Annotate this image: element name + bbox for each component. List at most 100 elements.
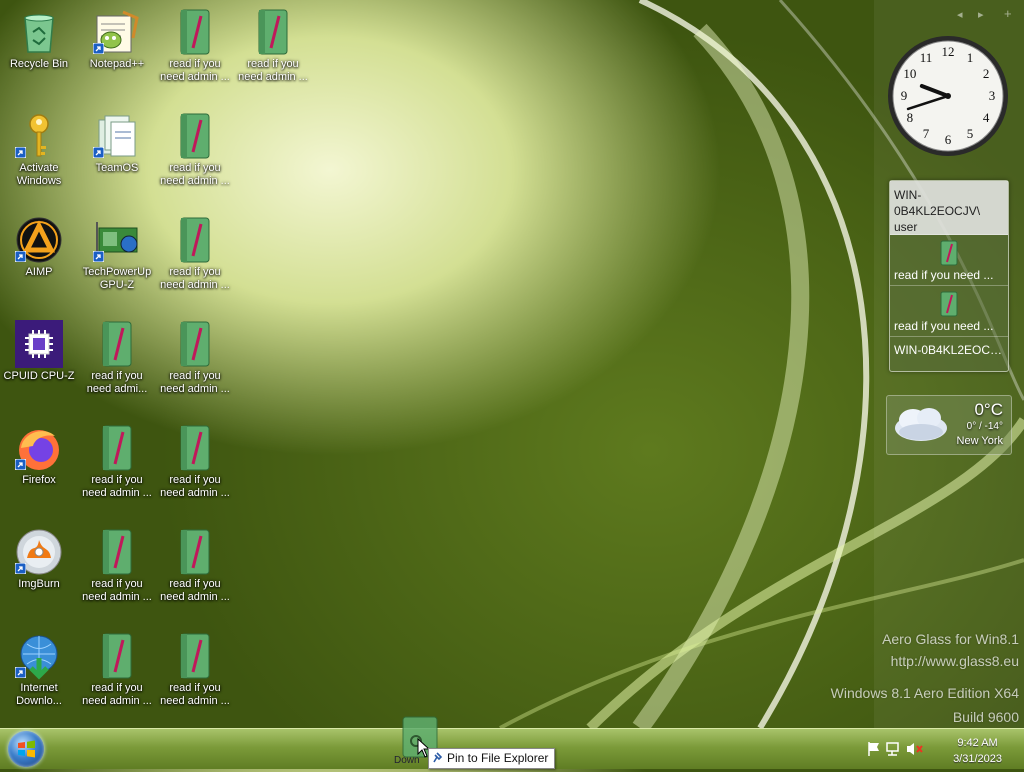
desktop-icon[interactable]: read if you need admin ...: [156, 314, 234, 396]
clock-number: 7: [923, 126, 930, 141]
dragged-item-label: Down: [394, 755, 420, 766]
desktop-icon-label: Internet Downlo...: [16, 682, 62, 707]
book-icon: [93, 424, 141, 472]
desktop-icon-label: read if you need admin ...: [160, 682, 230, 707]
book-icon: [171, 216, 219, 264]
files-icon: [93, 112, 141, 160]
recycle-bin-icon: [15, 8, 63, 56]
gpuz-icon: [93, 216, 141, 264]
watermark-line: http://www.glass8.eu: [890, 653, 1019, 669]
watermark-line: Aero Glass for Win8.1: [882, 631, 1019, 647]
book-icon: [93, 632, 141, 680]
desktop-icon[interactable]: read if you need admin ...: [78, 626, 156, 708]
desktop-icon-label: read if you need admin ...: [160, 474, 230, 499]
desktop-icon[interactable]: read if you need admin ...: [156, 626, 234, 708]
recent-user-item[interactable]: WIN-0B4KL2EOCJV\ user: [890, 181, 1008, 235]
clock-gadget[interactable]: 1234567891011 12: [886, 34, 1010, 158]
watermark-line: Windows 8.1 Aero Edition X64: [830, 685, 1019, 701]
desktop-icon[interactable]: read if you need admi...: [78, 314, 156, 396]
tooltip-text: Pin to File Explorer: [447, 751, 549, 765]
desktop-icon-label: read if you need admin ...: [160, 58, 230, 83]
key-icon: [15, 112, 63, 160]
desktop-icon-label: read if you need admin ...: [160, 370, 230, 395]
desktop-icon-label: ImgBurn: [18, 578, 60, 590]
recent-file-item[interactable]: read if you need ...: [890, 286, 1008, 337]
gadget-prev-icon[interactable]: ◂: [957, 8, 963, 21]
desktop-icon[interactable]: Firefox: [0, 418, 78, 487]
recent-file-item[interactable]: read if you need ...: [890, 235, 1008, 286]
desktop-icon[interactable]: read if you need admin ...: [156, 210, 234, 292]
book-icon: [171, 424, 219, 472]
windows-logo-icon: [18, 740, 35, 758]
clock-number: 9: [901, 88, 908, 103]
tray-clock[interactable]: 9:42 AM 3/31/2023: [953, 735, 1002, 767]
idm-icon: [15, 632, 63, 680]
clock-number: 8: [907, 110, 914, 125]
watermark-line: Build 9600: [952, 709, 1019, 725]
clock-number: 5: [967, 126, 974, 141]
desktop-icon-label: read if you need admi...: [86, 370, 148, 395]
network-icon[interactable]: [886, 741, 902, 757]
desktop-icon-label: Firefox: [22, 474, 56, 486]
clock-number: 12: [942, 44, 955, 59]
start-button[interactable]: [8, 731, 44, 767]
desktop-icon-label: read if you need admin ...: [238, 58, 308, 83]
desktop-icon-label: read if you need admin ...: [82, 474, 152, 499]
desktop-icon-label: Recycle Bin: [9, 58, 69, 70]
desktop-icon[interactable]: Internet Downlo...: [0, 626, 78, 708]
desktop-icon-label: Activate Windows: [16, 162, 62, 187]
desktop-icon-label: CPUID CPU-Z: [3, 370, 75, 382]
desktop-icon[interactable]: ImgBurn: [0, 522, 78, 591]
pin-icon: [433, 752, 443, 763]
desktop-icon[interactable]: Recycle Bin: [0, 2, 78, 71]
clock-number: 4: [983, 110, 990, 125]
gadget-next-icon[interactable]: ▸: [978, 8, 984, 21]
recent-items-gadget: WIN-0B4KL2EOCJV\ user read if you need .…: [889, 180, 1009, 372]
volume-muted-icon[interactable]: [906, 741, 924, 757]
desktop-icon[interactable]: read if you need admin ...: [156, 522, 234, 604]
book-icon: [93, 320, 141, 368]
desktop-icon[interactable]: TeamOS: [78, 106, 156, 175]
desktop-icon[interactable]: read if you need admin ...: [156, 418, 234, 500]
book-icon: [93, 528, 141, 576]
tray-time: 9:42 AM: [957, 737, 998, 749]
gadget-add-icon[interactable]: +: [1004, 6, 1012, 21]
desktop-icon-label: read if you need admin ...: [160, 266, 230, 291]
clock-number: 10: [903, 66, 916, 81]
recent-file-label: read if you need ...: [894, 268, 994, 282]
clock-number: 2: [983, 66, 990, 81]
desktop-icon-label: TechPowerUp GPU-Z: [82, 266, 152, 291]
weather-city: New York: [956, 435, 1003, 447]
desktop-icon-label: read if you need admin ...: [160, 162, 230, 187]
book-icon: [171, 528, 219, 576]
aimp-icon: [15, 216, 63, 264]
book-icon: [249, 8, 297, 56]
desktop-icon[interactable]: TechPowerUp GPU-Z: [78, 210, 156, 292]
clock-number: 3: [989, 88, 996, 103]
desktop-icon[interactable]: Activate Windows: [0, 106, 78, 188]
desktop-icon-label: AIMP: [25, 266, 53, 278]
desktop-icon[interactable]: AIMP: [0, 210, 78, 279]
desktop-icon-label: read if you need admin ...: [82, 578, 152, 603]
action-center-flag-icon[interactable]: [866, 741, 882, 757]
clock-number: 1: [967, 50, 974, 65]
book-icon: [940, 240, 958, 266]
weather-gadget[interactable]: 0°C 0° / -14° New York: [886, 395, 1012, 455]
recent-computer-item[interactable]: WIN-0B4KL2EOCJV: [890, 337, 1008, 360]
book-icon: [171, 632, 219, 680]
book-icon: [171, 8, 219, 56]
desktop-icon[interactable]: Notepad++: [78, 2, 156, 71]
desktop-icon[interactable]: read if you need admin ...: [78, 522, 156, 604]
desktop-icon-label: TeamOS: [95, 162, 139, 174]
desktop-icon[interactable]: read if you need admin ...: [156, 106, 234, 188]
desktop-icon[interactable]: read if you need admin ...: [156, 2, 234, 84]
imgburn-icon: [15, 528, 63, 576]
desktop-icon[interactable]: CPUID CPU-Z: [0, 314, 78, 383]
desktop-icon[interactable]: read if you need admin ...: [78, 418, 156, 500]
tray-date: 3/31/2023: [953, 753, 1002, 765]
book-icon: [171, 112, 219, 160]
system-tray: 9:42 AM 3/31/2023: [854, 729, 1024, 769]
desktop-icon-label: read if you need admin ...: [82, 682, 152, 707]
desktop-icon[interactable]: read if you need admin ...: [234, 2, 312, 84]
pin-tooltip: Pin to File Explorer: [428, 748, 556, 769]
